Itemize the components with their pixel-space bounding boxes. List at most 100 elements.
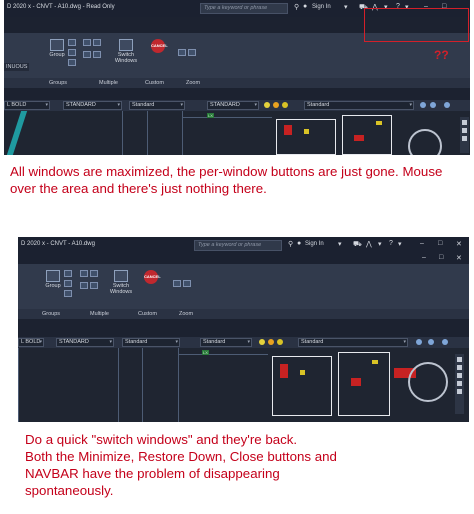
cad-leader-tag: LX — [202, 350, 209, 355]
tablestyle-dropdown[interactable]: Standard — [200, 338, 252, 347]
zoom-window-icon[interactable] — [183, 280, 191, 287]
ungroup-icon[interactable] — [68, 39, 76, 46]
layer-tool-icon[interactable] — [420, 102, 426, 108]
doc-restore-button[interactable]: □ — [439, 254, 443, 261]
exchange-icon[interactable]: ⛟ — [353, 240, 362, 249]
viewcube-compass[interactable] — [408, 362, 448, 402]
ribbon-panel-labels: Groups Multiple Custom Zoom — [4, 78, 470, 88]
binoculars-icon[interactable]: ⚲ — [288, 240, 293, 248]
switch-windows-button[interactable]: Switch Windows — [111, 39, 141, 64]
panel-zoom-label[interactable]: Zoom — [179, 311, 193, 317]
cart-icon[interactable]: ▾ — [344, 3, 348, 11]
filter-icon[interactable] — [83, 51, 91, 58]
sun-icon[interactable] — [268, 339, 274, 345]
app-minimize-icon[interactable]: – — [420, 240, 424, 247]
funnel-icon[interactable] — [93, 51, 101, 58]
sign-in-button[interactable]: Sign In — [305, 241, 324, 247]
layer-tool-icon[interactable] — [416, 339, 422, 345]
layer-state-icon[interactable] — [428, 339, 434, 345]
question-marks: ?? — [434, 48, 449, 62]
lock-icon[interactable] — [277, 339, 283, 345]
layer-dropdown[interactable]: L BOLD — [4, 101, 50, 110]
panel-custom-label[interactable]: Custom — [145, 80, 164, 86]
dropdown-icon[interactable]: ▾ — [378, 240, 382, 248]
switch-windows-button[interactable]: Switch Windows — [106, 270, 136, 295]
dimstyle-dropdown[interactable]: Standard — [122, 338, 180, 347]
cad-geometry — [342, 115, 392, 155]
binoculars-icon[interactable]: ⚲ — [294, 3, 299, 11]
zoom-extents-icon[interactable] — [178, 49, 186, 56]
help-dropdown-icon[interactable]: ▾ — [398, 240, 402, 248]
ungroup-icon[interactable] — [64, 270, 72, 277]
cad-geometry — [178, 354, 268, 355]
app-restore-icon[interactable]: □ — [438, 240, 442, 247]
search-input[interactable]: Type a keyword or phrase — [194, 240, 282, 251]
cad-geometry — [351, 378, 361, 386]
viewcube-compass[interactable] — [408, 129, 442, 155]
a360-icon[interactable]: ⋀ — [366, 240, 372, 248]
panel-zoom-label[interactable]: Zoom — [186, 80, 200, 86]
panel-groups-label[interactable]: Groups — [49, 80, 67, 86]
user-icon[interactable]: ● — [303, 3, 307, 10]
panel-groups-label[interactable]: Groups — [42, 311, 60, 317]
caption-line: NAVBAR have the problem of disappearing — [25, 466, 280, 481]
textstyle-dropdown[interactable]: STANDARD — [63, 101, 122, 110]
panel-multiple-label[interactable]: Multiple — [90, 311, 109, 317]
drawing-canvas[interactable]: LX — [18, 348, 469, 422]
ribbon: Group Switch Windows CANCEL — [18, 264, 469, 309]
multileader-dropdown[interactable]: Standard — [304, 101, 414, 110]
textstyle-dropdown[interactable]: STANDARD — [56, 338, 114, 347]
navigation-bar[interactable] — [455, 354, 464, 414]
layer-iso-icon[interactable] — [442, 339, 448, 345]
lock-icon[interactable] — [282, 102, 288, 108]
layer-state-icon[interactable] — [430, 102, 436, 108]
sun-icon[interactable] — [273, 102, 279, 108]
dimstyle-dropdown[interactable]: Standard — [129, 101, 185, 110]
layer-icon[interactable] — [80, 270, 88, 277]
panel-custom-label[interactable]: Custom — [138, 311, 157, 317]
funnel-icon[interactable] — [90, 282, 98, 289]
layer-list-icon[interactable] — [93, 39, 101, 46]
zoom-window-icon[interactable] — [188, 49, 196, 56]
stop-button[interactable]: CANCEL — [148, 39, 168, 54]
layer-list-icon[interactable] — [90, 270, 98, 277]
user-icon[interactable]: ● — [297, 240, 301, 247]
cad-geometry — [6, 111, 28, 155]
sign-in-button[interactable]: Sign In — [312, 4, 331, 10]
doc-close-button[interactable]: ✕ — [456, 254, 462, 262]
app-close-icon[interactable]: ✕ — [456, 240, 462, 248]
group-button[interactable]: Group — [43, 270, 63, 289]
zoom-extents-icon[interactable] — [173, 280, 181, 287]
group-select-icon[interactable] — [68, 59, 76, 66]
group-select-icon[interactable] — [64, 290, 72, 297]
layer-dropdown[interactable]: L BOLD — [18, 338, 44, 347]
cad-geometry — [122, 111, 123, 155]
multileader-dropdown[interactable]: Standard — [298, 338, 408, 347]
group-button[interactable]: Group — [47, 39, 67, 58]
stop-icon: CANCEL — [144, 270, 161, 284]
properties-toolbar: L BOLD STANDARD Standard STANDARD Standa… — [4, 100, 470, 111]
search-input[interactable]: Type a keyword or phrase — [200, 3, 288, 14]
cad-leader-tag: LX — [207, 113, 214, 118]
lightbulb-icon[interactable] — [259, 339, 265, 345]
linetype-dropdown[interactable]: INUOUS — [4, 63, 30, 71]
lightbulb-icon[interactable] — [264, 102, 270, 108]
layer-icon[interactable] — [83, 39, 91, 46]
layer-iso-icon[interactable] — [444, 102, 450, 108]
panel-multiple-label[interactable]: Multiple — [99, 80, 118, 86]
ribbon-panel-labels: Groups Multiple Custom Zoom — [18, 309, 469, 319]
group-edit-icon[interactable] — [68, 49, 76, 56]
missing-buttons-highlight — [364, 8, 469, 42]
stop-button[interactable]: CANCEL — [141, 270, 161, 285]
group-icon — [50, 39, 64, 51]
cart-icon[interactable]: ▾ — [338, 240, 342, 248]
navigation-bar[interactable] — [460, 117, 469, 153]
group-edit-icon[interactable] — [64, 280, 72, 287]
filter-icon[interactable] — [80, 282, 88, 289]
drawing-canvas[interactable]: LX — [4, 111, 470, 155]
doc-minimize-button[interactable]: – — [422, 254, 426, 261]
cad-geometry — [300, 370, 305, 375]
tablestyle-dropdown[interactable]: STANDARD — [207, 101, 259, 110]
help-icon[interactable]: ? — [389, 240, 393, 247]
group-button-label: Group — [45, 283, 61, 289]
